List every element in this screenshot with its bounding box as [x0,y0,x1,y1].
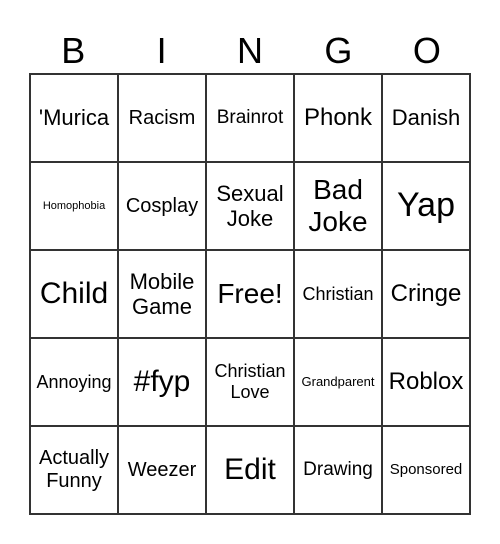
bingo-cell[interactable]: Racism [118,74,206,162]
bingo-cell[interactable]: Brainrot [206,74,294,162]
bingo-cell[interactable]: Roblox [382,338,470,426]
bingo-cell[interactable]: Sexual Joke [206,162,294,250]
bingo-cell-free[interactable]: Free! [206,250,294,338]
header-letter-o: O [412,30,441,71]
bingo-cell[interactable]: Weezer [118,426,206,514]
bingo-cell[interactable]: Bad Joke [294,162,382,250]
bingo-cell[interactable]: Edit [206,426,294,514]
header-letter-g: G [324,30,353,71]
header-letter-i: I [156,30,167,71]
bingo-cell[interactable]: Cosplay [118,162,206,250]
bingo-cell[interactable]: Sponsored [382,426,470,514]
header-letter-b: B [61,30,86,71]
bingo-cell[interactable]: Homophobia [30,162,118,250]
bingo-cell[interactable]: Child [30,250,118,338]
bingo-cell[interactable]: Annoying [30,338,118,426]
bingo-card: 'Murica Racism Brainrot Phonk Danish Hom… [29,73,471,515]
bingo-cell[interactable]: Cringe [382,250,470,338]
bingo-cell[interactable]: Actually Funny [30,426,118,514]
bingo-cell[interactable]: Grandparent [294,338,382,426]
bingo-cell[interactable]: Danish [382,74,470,162]
bingo-cell[interactable]: Phonk [294,74,382,162]
bingo-cell[interactable]: Yap [382,162,470,250]
bingo-cell[interactable]: Christian Love [206,338,294,426]
header-letter-n: N [237,30,264,71]
bingo-cell[interactable]: Drawing [294,426,382,514]
bingo-cell[interactable]: Mobile Game [118,250,206,338]
bingo-cell[interactable]: #fyp [118,338,206,426]
bingo-cell[interactable]: Christian [294,250,382,338]
bingo-cell[interactable]: 'Murica [30,74,118,162]
bingo-header: B I N G O [29,30,471,72]
